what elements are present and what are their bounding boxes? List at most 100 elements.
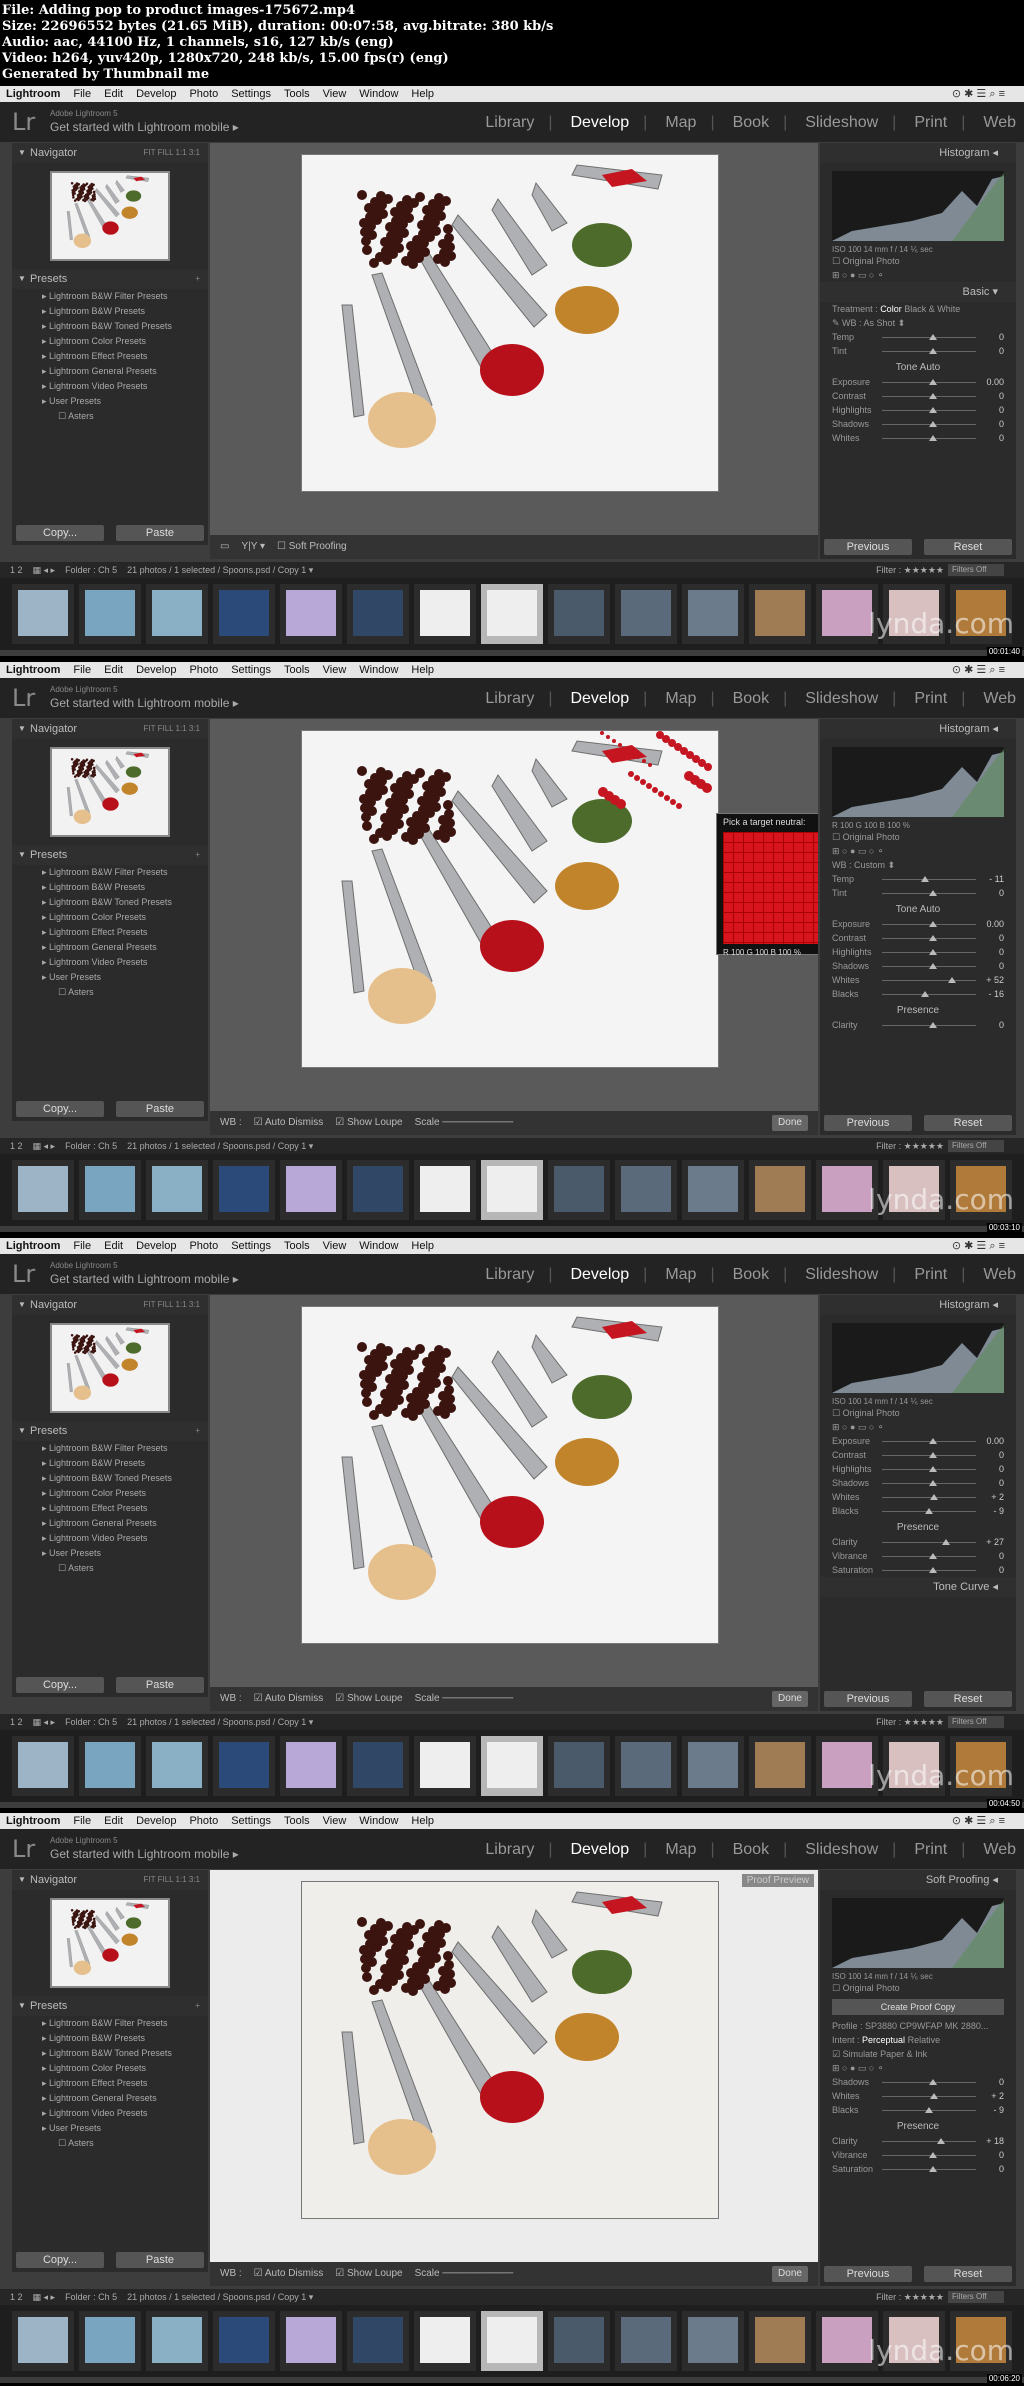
app-menu[interactable]: Lightroom <box>6 88 60 100</box>
exposure-slider[interactable] <box>882 921 976 927</box>
reset-button[interactable]: Reset <box>924 2266 1012 2282</box>
menu-settings[interactable]: Settings <box>231 664 271 676</box>
tint-slider[interactable] <box>882 890 976 896</box>
grid-icon[interactable]: ▦ ◂ ▸ <box>33 565 56 575</box>
module-develop[interactable]: Develop <box>570 690 629 707</box>
page-buttons[interactable]: 1 2 <box>10 1717 23 1727</box>
filters-off-select[interactable]: Filters Off <box>948 564 1004 576</box>
filmstrip-thumbnail[interactable] <box>347 1160 409 1220</box>
module-slideshow[interactable]: Slideshow <box>805 114 878 131</box>
shadows-knob[interactable] <box>929 963 937 969</box>
paste-button[interactable]: Paste <box>116 1101 204 1117</box>
shadows-knob[interactable] <box>929 421 937 427</box>
previous-button[interactable]: Previous <box>824 2266 912 2282</box>
module-map[interactable]: Map <box>665 690 696 707</box>
filmstrip-thumbnail[interactable] <box>79 1736 141 1796</box>
vibrance-row[interactable]: Vibrance 0 <box>832 1549 1004 1563</box>
preset-folder[interactable]: ▸ Lightroom Effect Presets <box>12 925 208 940</box>
presets-header[interactable]: ▼ Presets + <box>12 845 208 865</box>
menu-file[interactable]: File <box>73 664 91 676</box>
selection-count[interactable]: 21 photos / 1 selected / Spoons.psd / Co… <box>127 1717 313 1727</box>
filmstrip-thumbnail[interactable] <box>749 1736 811 1796</box>
filmstrip-thumbnail[interactable] <box>548 584 610 644</box>
saturation-knob[interactable] <box>929 1567 937 1573</box>
page-buttons[interactable]: 1 2 <box>10 2292 23 2302</box>
filmstrip-thumbnail[interactable] <box>749 2311 811 2371</box>
highlights-row[interactable]: Highlights 0 <box>832 1462 1004 1476</box>
selection-count[interactable]: 21 photos / 1 selected / Spoons.psd / Co… <box>127 1141 313 1151</box>
paste-button[interactable]: Paste <box>116 2252 204 2268</box>
temp-slider[interactable] <box>882 334 976 340</box>
filmstrip-thumbnail[interactable] <box>481 1736 543 1796</box>
filters-off-select[interactable]: Filters Off <box>948 1716 1004 1728</box>
blacks-knob[interactable] <box>925 2107 934 2113</box>
preset-folder[interactable]: ▸ Lightroom Color Presets <box>12 334 208 349</box>
shadows-row[interactable]: Shadows 0 <box>832 2075 1004 2089</box>
filmstrip-thumbnail[interactable] <box>12 1160 74 1220</box>
image-area[interactable]: Pick a target neutral: R 100 G 100 B 100 … <box>210 719 818 1121</box>
highlights-slider[interactable] <box>882 407 976 413</box>
preset-folder[interactable]: ▸ Lightroom B&W Filter Presets <box>12 1441 208 1456</box>
highlights-row[interactable]: Highlights 0 <box>832 403 1004 417</box>
exposure-knob[interactable] <box>929 1438 937 1444</box>
clarity-knob[interactable] <box>942 1539 951 1545</box>
temp-row[interactable]: Temp 0 <box>832 330 1004 344</box>
menu-tools[interactable]: Tools <box>284 664 310 676</box>
filmstrip-thumbnail[interactable] <box>481 584 543 644</box>
wb-select[interactable]: As Shot ⬍ <box>864 318 906 328</box>
clarity-row[interactable]: Clarity + 18 <box>832 2134 1004 2148</box>
filmstrip-thumbnail[interactable] <box>280 1160 342 1220</box>
menu-tools[interactable]: Tools <box>284 88 310 100</box>
module-print[interactable]: Print <box>914 114 947 131</box>
image-area[interactable]: Proof Preview <box>210 1870 818 2272</box>
blacks-row[interactable]: Blacks - 9 <box>832 1504 1004 1518</box>
shadows-slider[interactable] <box>882 2079 976 2085</box>
app-menu[interactable]: Lightroom <box>6 1240 60 1252</box>
filmstrip-thumbnail[interactable] <box>213 584 275 644</box>
whites-knob[interactable] <box>929 2093 938 2099</box>
filmstrip-thumbnail[interactable] <box>414 2311 476 2371</box>
navigator-preview[interactable] <box>50 1898 170 1988</box>
filmstrip-thumbnail[interactable] <box>213 2311 275 2371</box>
menu-develop[interactable]: Develop <box>136 1815 176 1827</box>
simulate-paper-checkbox[interactable]: ☑ Simulate Paper & Ink <box>832 2047 1004 2061</box>
original-photo-checkbox[interactable]: ☐ Original Photo <box>832 254 1004 268</box>
blacks-knob[interactable] <box>925 1508 934 1514</box>
add-preset-icon[interactable]: + <box>195 269 200 289</box>
vibrance-knob[interactable] <box>929 2152 937 2158</box>
module-slideshow[interactable]: Slideshow <box>805 690 878 707</box>
add-preset-icon[interactable]: + <box>195 845 200 865</box>
exposure-row[interactable]: Exposure 0.00 <box>832 917 1004 931</box>
preset-folder[interactable]: ▸ Lightroom B&W Filter Presets <box>12 2016 208 2031</box>
preset-folder[interactable]: ▸ Lightroom B&W Toned Presets <box>12 1471 208 1486</box>
preset-folder[interactable]: ▸ Lightroom Effect Presets <box>12 2076 208 2091</box>
whites-slider[interactable] <box>882 2093 976 2099</box>
page-buttons[interactable]: 1 2 <box>10 1141 23 1151</box>
module-web[interactable]: Web <box>983 690 1016 707</box>
preset-folder[interactable]: ☐ Asters <box>12 985 208 1000</box>
preset-folder[interactable]: ▸ Lightroom General Presets <box>12 364 208 379</box>
system-tray-icon[interactable]: ⊙ ✱ ☰ ⌕ ≡ <box>952 1238 1005 1254</box>
tone-curve-header[interactable]: Tone Curve ◂ <box>820 1577 1016 1597</box>
module-print[interactable]: Print <box>914 690 947 707</box>
tint-knob[interactable] <box>929 890 937 896</box>
filmstrip-thumbnail[interactable] <box>146 584 208 644</box>
blacks-slider[interactable] <box>882 2107 976 2113</box>
product-photo[interactable] <box>302 1882 718 2218</box>
menu-edit[interactable]: Edit <box>104 1815 123 1827</box>
filmstrip-thumbnail[interactable] <box>146 1160 208 1220</box>
whites-slider[interactable] <box>882 435 976 441</box>
navigator-preview[interactable] <box>50 171 170 261</box>
module-library[interactable]: Library <box>485 690 534 707</box>
preset-folder[interactable]: ▸ Lightroom B&W Presets <box>12 880 208 895</box>
preset-folder[interactable]: ▸ Lightroom B&W Presets <box>12 304 208 319</box>
filmstrip-thumbnail[interactable] <box>414 584 476 644</box>
reset-button[interactable]: Reset <box>924 539 1012 555</box>
preset-folder[interactable]: ▸ User Presets <box>12 1546 208 1561</box>
folder-source[interactable]: Folder : Ch 5 <box>65 1717 117 1727</box>
image-area[interactable] <box>210 143 818 545</box>
shadows-slider[interactable] <box>882 421 976 427</box>
whites-knob[interactable] <box>929 435 937 441</box>
highlights-knob[interactable] <box>929 949 937 955</box>
grid-icon[interactable]: ▦ ◂ ▸ <box>33 2292 56 2302</box>
